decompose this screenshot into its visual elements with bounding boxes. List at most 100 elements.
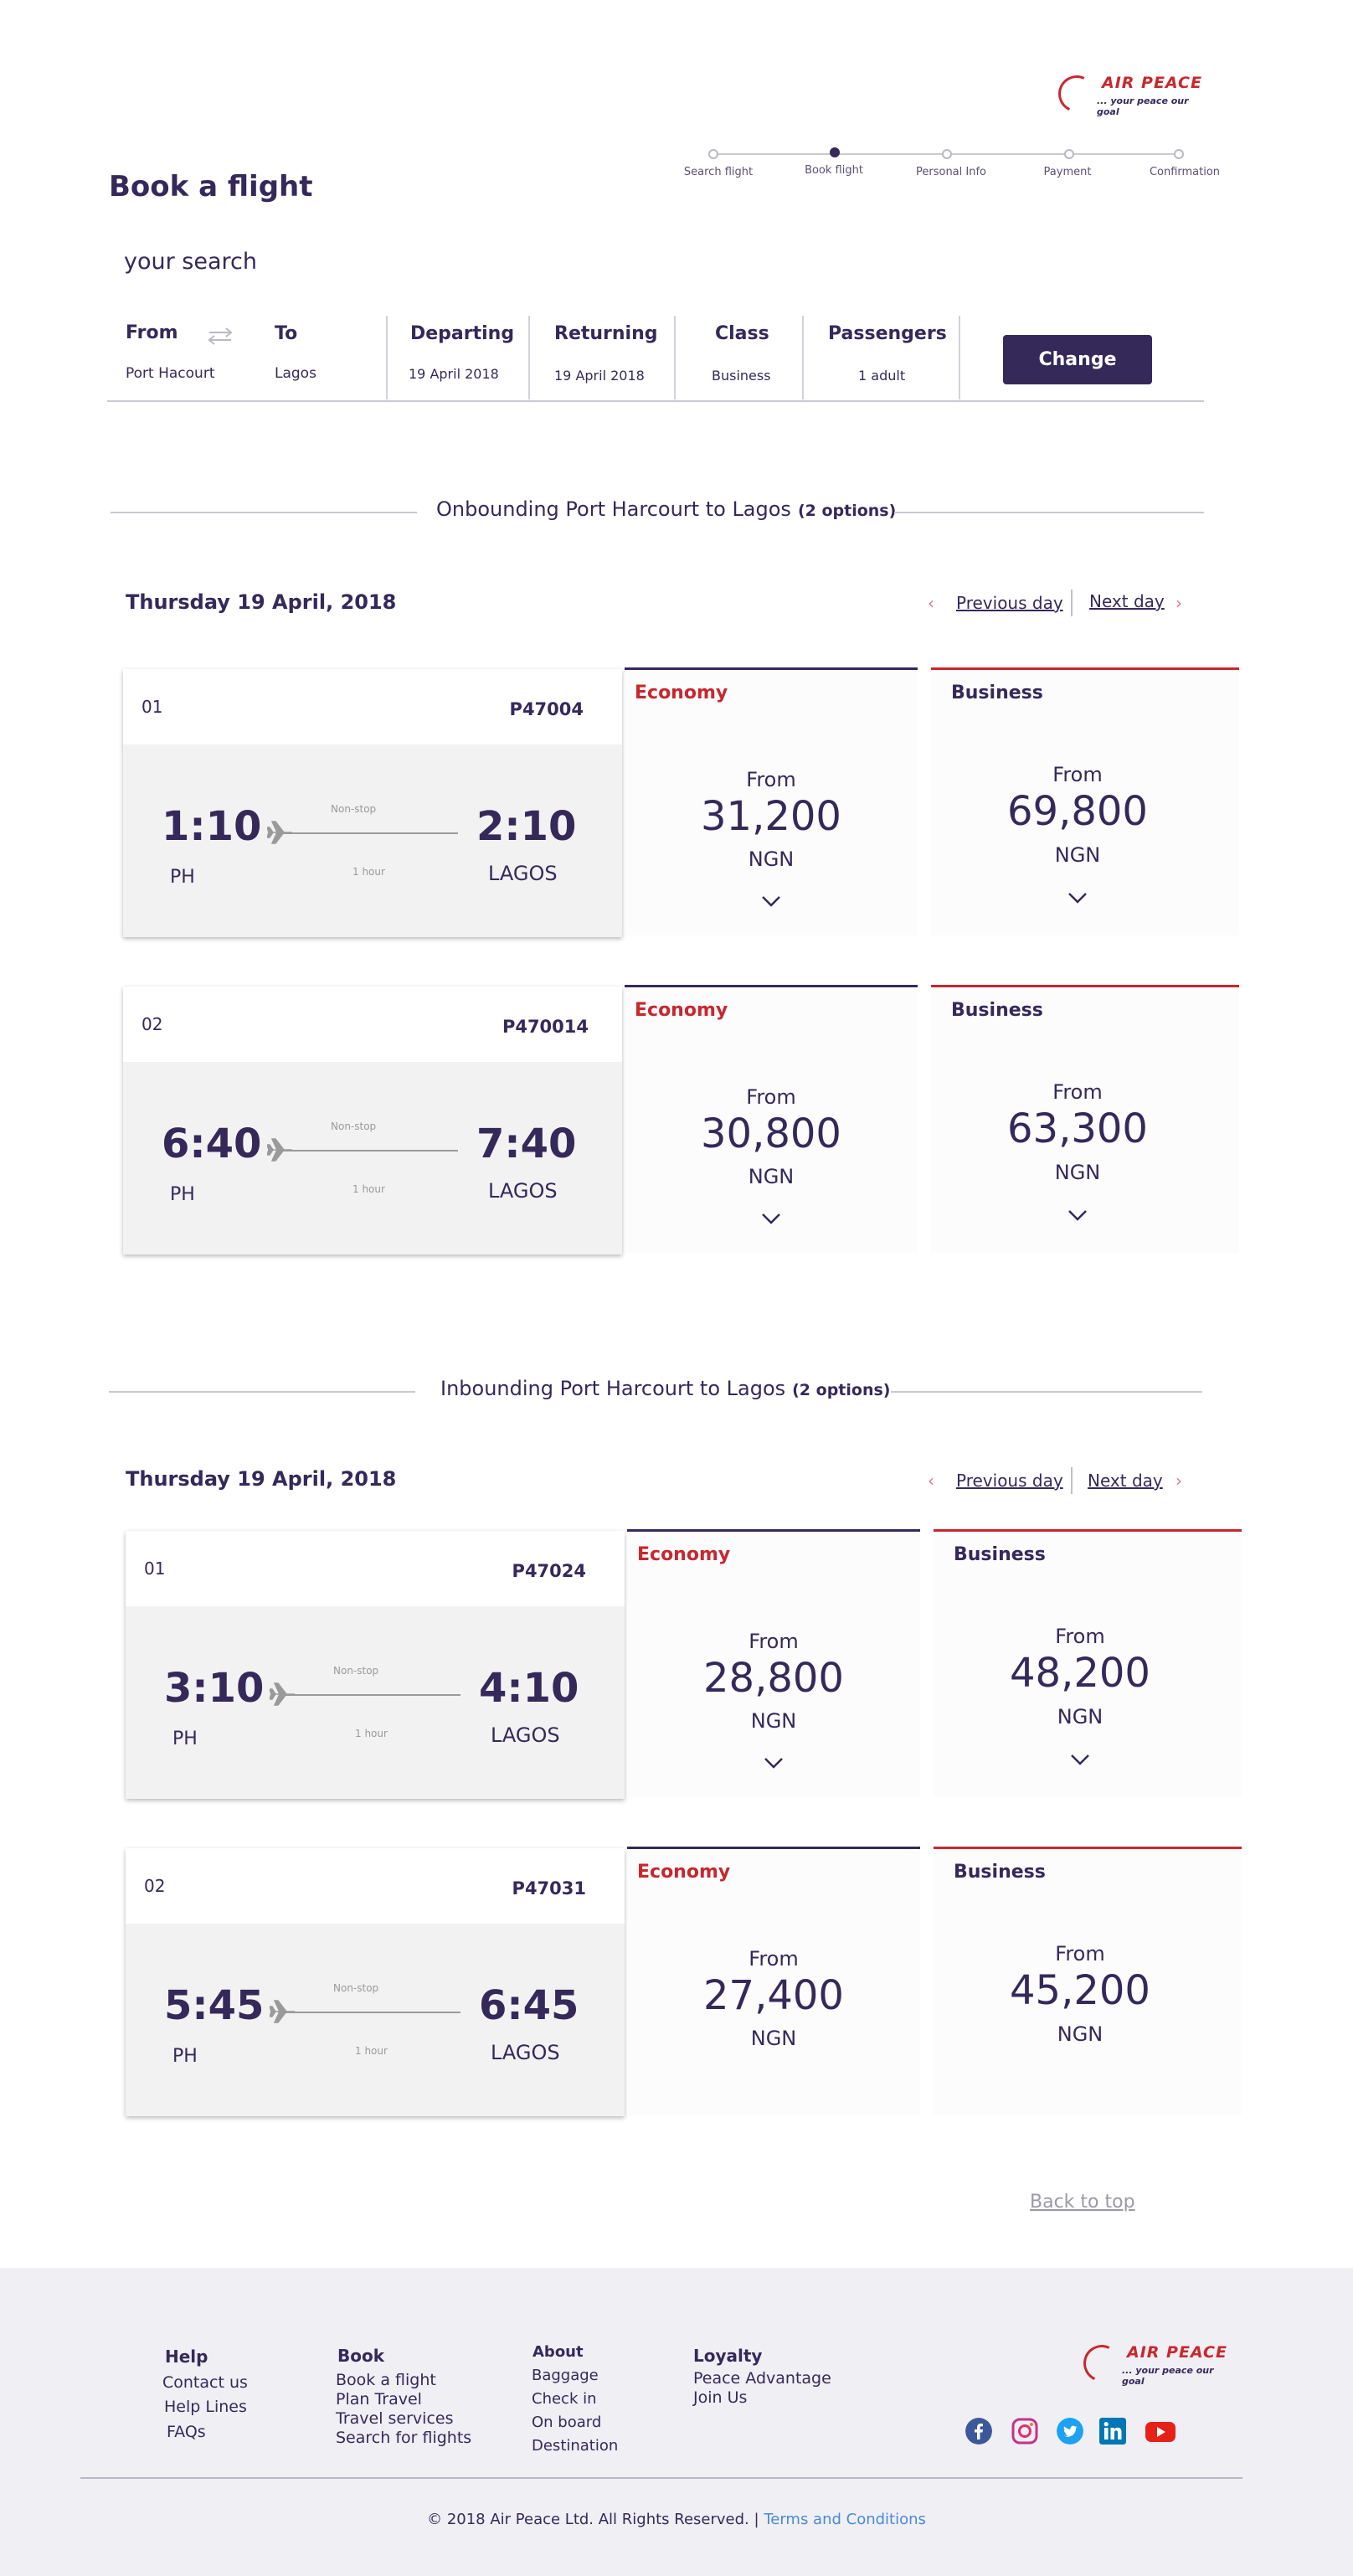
flight-card[interactable]: 01 P47004 1:10 PH Non-stop 1 hour 2:10 L… bbox=[123, 669, 622, 937]
business-fare-option[interactable]: Business From 69,800 NGN bbox=[931, 667, 1239, 935]
fare-price: 45,200 bbox=[1010, 1967, 1150, 2014]
footer-link-book-a-flight[interactable]: Book a flight bbox=[336, 2371, 436, 2389]
swap-arrows-icon[interactable] bbox=[206, 327, 234, 345]
economy-fare-option[interactable]: Economy From 31,200 NGN bbox=[625, 667, 918, 935]
flight-card[interactable]: 01 P47024 3:10 PH Non-stop 1 hour 4:10 L… bbox=[126, 1531, 625, 1799]
route-line bbox=[285, 2012, 460, 2013]
footer-loyalty-heading: Loyalty bbox=[693, 2346, 763, 2366]
footer-link-search-for-flights[interactable]: Search for flights bbox=[336, 2429, 471, 2447]
class-value: Business bbox=[712, 368, 771, 384]
fare-top-bar bbox=[934, 1529, 1242, 1532]
stops-label: Non-stop bbox=[331, 1121, 377, 1132]
section-rule bbox=[109, 1391, 415, 1393]
departure-time: 3:10 bbox=[164, 1665, 265, 1712]
step-dot-payment[interactable] bbox=[1064, 149, 1074, 159]
footer-link-travel-services[interactable]: Travel services bbox=[336, 2409, 453, 2428]
footer-link-destination[interactable]: Destination bbox=[532, 2437, 618, 2455]
instagram-icon[interactable] bbox=[1011, 2418, 1038, 2445]
fare-class-label: Economy bbox=[635, 683, 728, 703]
linkedin-icon[interactable] bbox=[1099, 2418, 1126, 2445]
search-divider bbox=[386, 316, 388, 399]
facebook-icon[interactable] bbox=[965, 2418, 992, 2445]
fare-from-label: From bbox=[1052, 763, 1103, 786]
footer-book-heading: Book bbox=[337, 2346, 385, 2366]
next-day-link[interactable]: Next day bbox=[1088, 1471, 1163, 1491]
fare-class-label: Economy bbox=[637, 1862, 731, 1883]
flight-duration: 1 hour bbox=[355, 1728, 388, 1739]
chevron-right-icon[interactable]: › bbox=[1176, 1471, 1182, 1491]
fare-from-label: From bbox=[746, 1085, 796, 1109]
route-line bbox=[285, 1694, 460, 1696]
chevron-down-icon[interactable] bbox=[1067, 892, 1088, 904]
step-dot-book[interactable] bbox=[830, 147, 840, 157]
youtube-icon[interactable] bbox=[1145, 2418, 1176, 2445]
flight-card-header: 01 P47024 bbox=[126, 1531, 625, 1606]
fare-from-label: From bbox=[749, 1947, 799, 1971]
outbound-option-count: (2 options) bbox=[797, 502, 897, 520]
chevron-down-icon[interactable] bbox=[1070, 1754, 1090, 1765]
fare-class-label: Business bbox=[954, 1544, 1046, 1565]
fare-from-label: From bbox=[1055, 1942, 1105, 1965]
fare-top-bar bbox=[625, 985, 918, 987]
chevron-down-icon[interactable] bbox=[1067, 1209, 1088, 1221]
chevron-down-icon[interactable] bbox=[764, 1757, 784, 1769]
terms-and-conditions-link[interactable]: Terms and Conditions bbox=[764, 2511, 926, 2528]
fare-currency: NGN bbox=[750, 1709, 797, 1733]
to-label: To bbox=[275, 323, 298, 344]
chevron-left-icon[interactable]: ‹ bbox=[928, 593, 934, 613]
economy-fare-option[interactable]: Economy From 27,400 NGN bbox=[627, 1847, 920, 2115]
search-divider bbox=[674, 316, 676, 399]
footer-link-peace-advantage[interactable]: Peace Advantage bbox=[693, 2369, 831, 2388]
footer-link-contact-us[interactable]: Contact us bbox=[162, 2373, 248, 2392]
business-fare-option[interactable]: Business From 48,200 NGN bbox=[934, 1529, 1242, 1797]
departure-time: 1:10 bbox=[162, 803, 262, 850]
step-dot-confirmation[interactable] bbox=[1174, 149, 1184, 159]
stops-label: Non-stop bbox=[331, 803, 377, 815]
inbound-title: Inbounding Port Harcourt to Lagos (2 opti… bbox=[440, 1377, 890, 1400]
change-search-button[interactable]: Change bbox=[1003, 335, 1152, 384]
air-peace-logo[interactable]: AIR PEACE ... your peace our goal bbox=[1052, 70, 1209, 118]
previous-day-link[interactable]: Previous day bbox=[956, 1471, 1063, 1491]
flight-card[interactable]: 02 P47031 5:45 PH Non-stop 1 hour 6:45 L… bbox=[126, 1848, 625, 2116]
chevron-down-icon[interactable] bbox=[761, 895, 781, 907]
flight-index: 01 bbox=[144, 1558, 166, 1579]
fare-price: 48,200 bbox=[1010, 1650, 1150, 1697]
business-fare-option[interactable]: Business From 63,300 NGN bbox=[931, 985, 1239, 1253]
footer-air-peace-logo[interactable]: AIR PEACE ... your peace our goal bbox=[1078, 2339, 1234, 2388]
footer-link-join-us[interactable]: Join Us bbox=[693, 2388, 747, 2407]
economy-fare-option[interactable]: Economy From 30,800 NGN bbox=[625, 985, 918, 1253]
logo-brand-name: AIR PEACE bbox=[1102, 74, 1202, 92]
flight-card-body: 5:45 PH Non-stop 1 hour 6:45 LAGOS bbox=[126, 1924, 625, 2116]
footer-link-help-lines[interactable]: Help Lines bbox=[164, 2398, 247, 2416]
page-title: Book a flight bbox=[109, 170, 313, 204]
footer-link-baggage[interactable]: Baggage bbox=[532, 2367, 599, 2384]
step-dot-search[interactable] bbox=[708, 149, 718, 159]
logo-swoosh-icon bbox=[1078, 2339, 1126, 2388]
arrival-time: 6:45 bbox=[479, 1982, 579, 2029]
footer-link-on-board[interactable]: On board bbox=[532, 2414, 601, 2431]
step-label-confirmation: Confirmation bbox=[1149, 166, 1221, 178]
class-label: Class bbox=[715, 323, 769, 344]
footer-link-check-in[interactable]: Check in bbox=[532, 2390, 597, 2408]
flight-card[interactable]: 02 P470014 6:40 PH Non-stop 1 hour 7:40 … bbox=[123, 987, 622, 1255]
fare-top-bar bbox=[625, 667, 918, 670]
previous-day-link[interactable]: Previous day bbox=[956, 593, 1063, 613]
flight-index: 01 bbox=[141, 697, 163, 717]
flight-card-body: 1:10 PH Non-stop 1 hour 2:10 LAGOS bbox=[123, 744, 622, 937]
twitter-icon[interactable] bbox=[1057, 2418, 1083, 2445]
chevron-left-icon[interactable]: ‹ bbox=[928, 1471, 934, 1491]
flight-card-header: 02 P47031 bbox=[126, 1848, 625, 1924]
back-to-top-link[interactable]: Back to top bbox=[1030, 2192, 1135, 2213]
departure-place: PH bbox=[170, 867, 195, 888]
footer-link-plan-travel[interactable]: Plan Travel bbox=[336, 2390, 422, 2409]
chevron-right-icon[interactable]: › bbox=[1176, 593, 1182, 613]
flight-index: 02 bbox=[144, 1876, 166, 1896]
step-dot-personal[interactable] bbox=[942, 149, 952, 159]
economy-fare-option[interactable]: Economy From 28,800 NGN bbox=[627, 1529, 920, 1797]
nav-separator bbox=[1071, 1467, 1073, 1494]
business-fare-option[interactable]: Business From 45,200 NGN bbox=[934, 1847, 1242, 2115]
next-day-link[interactable]: Next day bbox=[1089, 591, 1165, 611]
footer-link-faqs[interactable]: FAQs bbox=[167, 2423, 206, 2441]
search-divider bbox=[802, 316, 804, 399]
chevron-down-icon[interactable] bbox=[761, 1213, 781, 1224]
